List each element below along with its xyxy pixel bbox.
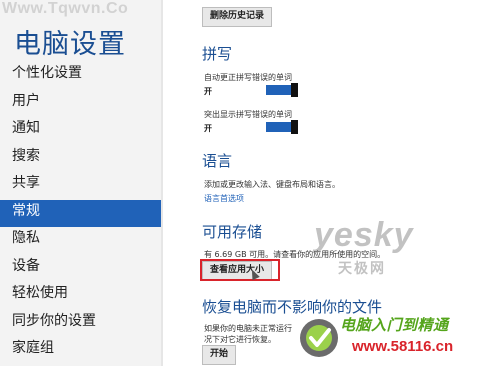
page-title: 电脑设置	[14, 29, 126, 60]
nav-item[interactable]: 个性化设置	[0, 62, 163, 90]
highlight-annotation-box	[200, 259, 280, 281]
nav-item[interactable]: 隐私	[0, 227, 163, 255]
storage-heading: 可用存储	[202, 223, 263, 241]
clear-history-button[interactable]: 删除历史记录	[202, 7, 273, 27]
tianji-watermark: 天极网	[338, 261, 386, 277]
recover-start-button[interactable]: 开始	[202, 345, 237, 365]
recover-description-line2: 况下对它进行恢复。	[204, 335, 276, 344]
brand-url-watermark: www.58116.cn	[352, 338, 454, 355]
settings-nav-pane: Www.Tqwvn.Co 电脑设置 个性化设置 用户 通知 搜索 共享 常规 隐私 设备 轻松使…	[0, 0, 163, 366]
language-preferences-link[interactable]: 语言首选项	[204, 193, 244, 204]
nav-list: 个性化设置 用户 通知 搜索 共享 常规 隐私 设备 轻松使用 同步你的设置 家庭组	[0, 62, 163, 365]
autocorrect-state: 开	[204, 87, 212, 96]
nav-item[interactable]: 通知	[0, 117, 163, 145]
language-description: 添加或更改输入法、键盘布局和语言。	[204, 180, 340, 189]
toggle-knob	[291, 120, 298, 134]
nav-item[interactable]: 常规	[0, 199, 163, 227]
nav-item[interactable]: 用户	[0, 90, 163, 118]
nav-item[interactable]: 轻松使用	[0, 282, 163, 310]
autocorrect-label: 自动更正拼写错误的单词	[204, 73, 292, 82]
highlight-misspelled-label: 突出显示拼写错误的单词	[204, 110, 292, 119]
brand-logo-icon	[300, 319, 338, 357]
highlight-misspelled-toggle[interactable]	[266, 120, 298, 134]
highlight-misspelled-state: 开	[204, 124, 212, 133]
brand-watermark: 电脑入门到精通	[340, 316, 449, 334]
nav-item[interactable]: 家庭组	[0, 337, 163, 365]
nav-item[interactable]: 设备	[0, 255, 163, 283]
spelling-heading: 拼写	[202, 45, 233, 63]
nav-item[interactable]: 共享	[0, 172, 163, 200]
site-watermark-top: Www.Tqwvn.Co	[2, 0, 129, 17]
nav-item[interactable]: 搜索	[0, 145, 163, 173]
toggle-knob	[291, 83, 298, 97]
autocorrect-toggle[interactable]	[266, 83, 298, 97]
recover-description-line1: 如果你的电脑未正常运行	[204, 324, 292, 333]
language-heading: 语言	[202, 152, 233, 170]
yesky-watermark: yesky	[314, 216, 414, 254]
nav-item[interactable]: 同步你的设置	[0, 310, 163, 338]
